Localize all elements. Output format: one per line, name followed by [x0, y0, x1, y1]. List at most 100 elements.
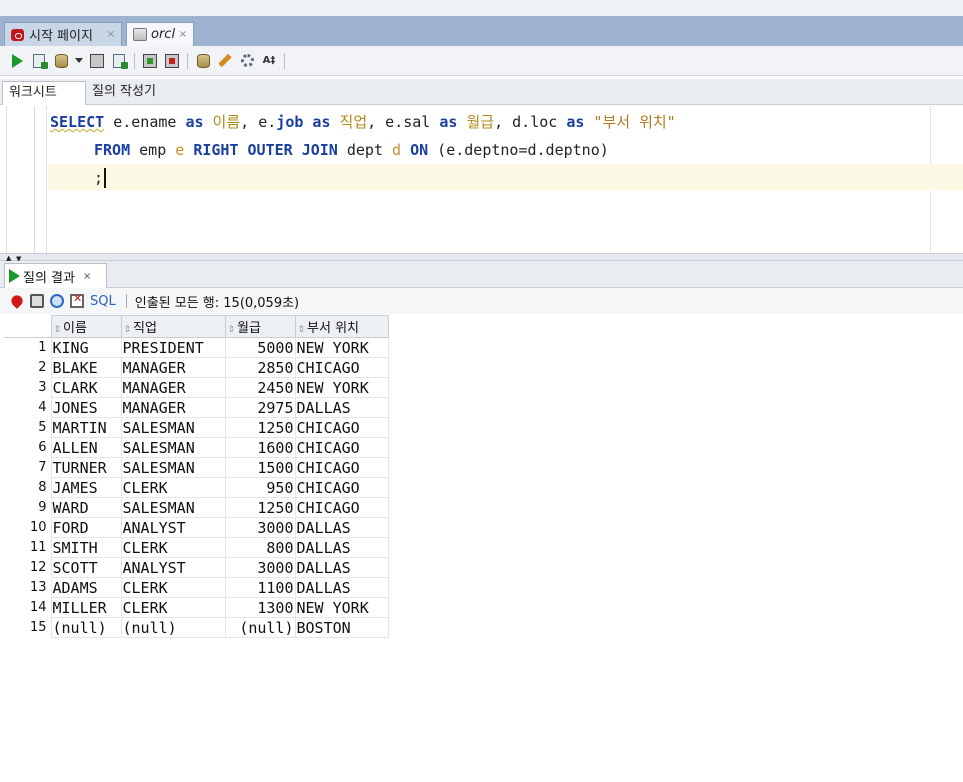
table-row[interactable]: 14 MILLER CLERK 1300 NEW YORK	[4, 597, 389, 618]
table-row[interactable]: 1 KING PRESIDENT 5000 NEW YORK	[4, 337, 389, 358]
cell-location[interactable]: DALLAS	[294, 397, 389, 418]
table-row[interactable]: 8 JAMES CLERK 950 CHICAGO	[4, 477, 389, 498]
cell-location[interactable]: DALLAS	[294, 517, 389, 538]
tab-query-result-close[interactable]: ×	[83, 271, 91, 282]
cell-name[interactable]: SCOTT	[50, 557, 122, 578]
cell-salary[interactable]: (null)	[224, 617, 296, 638]
cell-salary[interactable]: 3000	[224, 557, 296, 578]
cell-salary[interactable]: 1250	[224, 497, 296, 518]
cell-name[interactable]: TURNER	[50, 457, 122, 478]
commit-icon[interactable]	[141, 52, 159, 70]
cell-name[interactable]: CLARK	[50, 377, 122, 398]
table-row[interactable]: 6 ALLEN SALESMAN 1600 CHICAGO	[4, 437, 389, 458]
cell-job[interactable]: CLERK	[120, 537, 226, 558]
cell-name[interactable]: ADAMS	[50, 577, 122, 598]
column-header-salary[interactable]: ⇕ 월급	[224, 315, 296, 338]
cell-name[interactable]: WARD	[50, 497, 122, 518]
print-icon[interactable]	[30, 294, 44, 308]
cell-job[interactable]: PRESIDENT	[120, 337, 226, 358]
cell-location[interactable]: CHICAGO	[294, 417, 389, 438]
cell-location[interactable]: CHICAGO	[294, 437, 389, 458]
sql-tuning-advisor-icon[interactable]	[194, 52, 212, 70]
clear-icon[interactable]	[70, 292, 84, 308]
cell-salary[interactable]: 2450	[224, 377, 296, 398]
tab-start-page-close[interactable]: ×	[107, 29, 115, 40]
cell-salary[interactable]: 2975	[224, 397, 296, 418]
cell-name[interactable]: ALLEN	[50, 437, 122, 458]
cell-job[interactable]: ANALYST	[120, 557, 226, 578]
cell-name[interactable]: (null)	[50, 617, 122, 638]
cell-location[interactable]: CHICAGO	[294, 497, 389, 518]
column-header-name[interactable]: ⇕ 이름	[50, 315, 122, 338]
cell-location[interactable]: DALLAS	[294, 537, 389, 558]
cell-name[interactable]: MILLER	[50, 597, 122, 618]
cell-job[interactable]: SALESMAN	[120, 457, 226, 478]
sql-line-2[interactable]: FROM emp e RIGHT OUTER JOIN dept d ON (e…	[94, 140, 609, 160]
pin-icon[interactable]	[9, 293, 25, 309]
table-row[interactable]: 10 FORD ANALYST 3000 DALLAS	[4, 517, 389, 538]
chevron-down-icon[interactable]	[74, 52, 84, 70]
refresh-icon[interactable]	[50, 294, 64, 308]
cell-salary[interactable]: 800	[224, 537, 296, 558]
sql-editor[interactable]: SELECT e.ename as 이름, e.job as 직업, e.sal…	[0, 106, 963, 253]
result-grid[interactable]: ⇕ 이름 ⇕ 직업 ⇕ 월급 ⇕ 부서 위치 1 KING PRESIDENT 5000 NEW…	[4, 315, 389, 638]
cell-salary[interactable]: 1600	[224, 437, 296, 458]
cell-location[interactable]: CHICAGO	[294, 477, 389, 498]
cell-location[interactable]: DALLAS	[294, 577, 389, 598]
cell-job[interactable]: CLERK	[120, 577, 226, 598]
cell-job[interactable]: MANAGER	[120, 377, 226, 398]
cell-job[interactable]: CLERK	[120, 597, 226, 618]
tab-orcl-close[interactable]: ×	[179, 29, 187, 40]
cell-salary[interactable]: 1250	[224, 417, 296, 438]
cell-location[interactable]: NEW YORK	[294, 597, 389, 618]
table-row[interactable]: 4 JONES MANAGER 2975 DALLAS	[4, 397, 389, 418]
tab-query-builder[interactable]: 질의 작성기	[86, 81, 162, 105]
cell-job[interactable]: (null)	[120, 617, 226, 638]
table-row[interactable]: 12 SCOTT ANALYST 3000 DALLAS	[4, 557, 389, 578]
cell-job[interactable]: SALESMAN	[120, 437, 226, 458]
autotrace-icon[interactable]	[52, 52, 70, 70]
cell-location[interactable]: CHICAGO	[294, 357, 389, 378]
cell-job[interactable]: SALESMAN	[120, 497, 226, 518]
sql-line-3[interactable]: ;	[94, 168, 107, 188]
cell-salary[interactable]: 3000	[224, 517, 296, 538]
cell-location[interactable]: NEW YORK	[294, 377, 389, 398]
cell-name[interactable]: JONES	[50, 397, 122, 418]
history-icon[interactable]	[238, 52, 256, 70]
cell-job[interactable]: ANALYST	[120, 517, 226, 538]
cell-location[interactable]: BOSTON	[294, 617, 389, 638]
cell-salary[interactable]: 1100	[224, 577, 296, 598]
cell-location[interactable]: CHICAGO	[294, 457, 389, 478]
run-script-icon[interactable]	[30, 52, 48, 70]
cell-name[interactable]: FORD	[50, 517, 122, 538]
cell-salary[interactable]: 2850	[224, 357, 296, 378]
rollback-icon[interactable]	[163, 52, 181, 70]
tab-worksheet[interactable]: 워크시트	[2, 81, 86, 105]
cell-name[interactable]: MARTIN	[50, 417, 122, 438]
tab-query-result[interactable]: 질의 결과 ×	[4, 263, 107, 288]
cell-job[interactable]: SALESMAN	[120, 417, 226, 438]
table-row[interactable]: 2 BLAKE MANAGER 2850 CHICAGO	[4, 357, 389, 378]
pane-splitter[interactable]: ▲ ▼	[0, 253, 963, 263]
cell-name[interactable]: SMITH	[50, 537, 122, 558]
cell-job[interactable]: CLERK	[120, 477, 226, 498]
cell-name[interactable]: JAMES	[50, 477, 122, 498]
table-row[interactable]: 9 WARD SALESMAN 1250 CHICAGO	[4, 497, 389, 518]
table-row[interactable]: 13 ADAMS CLERK 1100 DALLAS	[4, 577, 389, 598]
table-row[interactable]: 7 TURNER SALESMAN 1500 CHICAGO	[4, 457, 389, 478]
sql-link[interactable]: SQL	[90, 294, 116, 309]
cell-salary[interactable]: 5000	[224, 337, 296, 358]
sql-tuning-icon[interactable]	[110, 52, 128, 70]
explain-plan-icon[interactable]	[88, 52, 106, 70]
cell-name[interactable]: KING	[50, 337, 122, 358]
cell-salary[interactable]: 950	[224, 477, 296, 498]
run-statement-icon[interactable]	[8, 52, 26, 70]
tab-start-page[interactable]: 시작 페이지 ×	[4, 22, 122, 46]
cell-job[interactable]: MANAGER	[120, 397, 226, 418]
cell-name[interactable]: BLAKE	[50, 357, 122, 378]
sql-line-1[interactable]: SELECT e.ename as 이름, e.job as 직업, e.sal…	[50, 112, 676, 132]
column-header-location[interactable]: ⇕ 부서 위치	[294, 315, 389, 338]
table-row[interactable]: 11 SMITH CLERK 800 DALLAS	[4, 537, 389, 558]
cell-location[interactable]: DALLAS	[294, 557, 389, 578]
cell-salary[interactable]: 1500	[224, 457, 296, 478]
